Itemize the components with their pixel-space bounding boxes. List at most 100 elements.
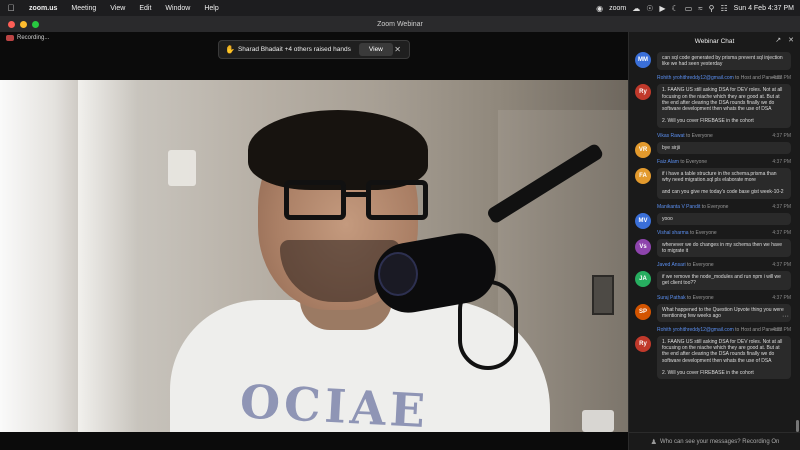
desk-mug [582,410,614,432]
popout-icon[interactable]: ↗ [775,36,781,44]
chat-header: Webinar Chat ↗ ✕ [629,32,800,50]
window-curtain [0,80,78,432]
message-text: whenever we do changes in my schema then… [657,238,791,258]
message-sender: Rohith yrohithreddy12@gmail.com to Host … [657,327,791,334]
message-recipient: to Everyone [687,262,714,269]
sender-name: Suraj Pathak [657,294,686,301]
recording-label: Recording... [17,35,50,41]
avatar: SP [635,303,651,320]
avatar: Vs [635,238,651,255]
avatar: JA [635,271,651,288]
message-sender: Manikanta V Pandit to Everyone [657,204,791,211]
message-text: 1. FAANG US still asking DSA for DEV rol… [657,84,791,128]
window-title: Zoom Webinar [377,20,423,28]
sender-name: Javed Ansari [657,262,686,269]
sender-name: Rohith yrohithreddy12@gmail.com [657,75,734,82]
sender-name: Vishal sharma [657,229,689,236]
message-text: if we remove the node_modules and run np… [657,271,791,290]
tray-shield-icon[interactable]: ☉ [646,4,653,13]
chat-message[interactable]: Ry Rohith yrohithreddy12@gmail.com to Hos… [629,327,797,380]
view-raised-hands-button[interactable]: View [358,43,393,56]
glasses-lens-left [284,180,346,220]
webinar-chat-panel: Webinar Chat ↗ ✕ MM can sql code generate… [628,32,800,450]
chat-header-actions: ↗ ✕ [775,36,794,44]
menubar-datetime[interactable]: Sun 4 Feb 4:37 PM [734,5,794,12]
message-time: 4:37 PM [772,294,791,301]
avatar: Ry [635,336,651,353]
sender-name: Faiz Alam [657,158,679,165]
menu-edit[interactable]: Edit [132,5,158,12]
raised-hands-banner: ✋ Sharad Bhadait +4 others raised hands … [218,40,410,59]
avatar: VR [635,141,651,158]
message-time: 4:37 PM [772,75,791,82]
chat-message[interactable]: VR Vikas Rawat to Everyone 4:37 PM bye sirj… [629,133,797,158]
microphone-grille [378,252,418,296]
chat-scrollbar[interactable] [796,420,799,432]
message-time: 4:37 PM [772,327,791,334]
speaker-video[interactable]: OCIAE [0,80,628,432]
chat-message[interactable]: MV Manikanta V Pandit to Everyone 4:37 PM y… [629,204,797,229]
message-sender: Faiz Alam to Everyone [657,159,791,166]
message-text: yooo [657,212,791,225]
tray-wifi-icon[interactable]: ≈ [698,4,702,13]
menu-app-name[interactable]: zoom.us [22,5,64,12]
tray-moon-icon[interactable]: ☾ [672,4,679,13]
chat-message[interactable]: SP Suraj Pathak to Everyone 4:37 PM What ha… [629,294,797,323]
avatar: MV [635,212,651,229]
more-options-icon[interactable]: ··· [782,313,789,320]
close-icon[interactable]: ✕ [788,36,794,44]
chat-visibility-notice: Who can see your messages? Recording On [659,438,780,445]
menu-window[interactable]: Window [158,5,197,12]
tray-zoom-label[interactable]: zoom [609,5,626,12]
message-sender: Rohith yrohithreddy12@gmail.com to Host … [657,75,791,82]
message-text: can sql code generated by prisma prevent… [657,52,791,71]
message-text: if i have a table structure in the schem… [657,167,791,199]
message-recipient: to Everyone [687,294,714,301]
avatar: MM [635,52,651,68]
message-sender: Javed Ansari to Everyone [657,262,791,269]
tray-play-icon[interactable]: ▶ [659,4,665,13]
message-recipient: to Everyone [680,158,708,165]
sender-name: Vikas Rawat [657,132,685,139]
glasses-bridge [344,192,368,197]
glasses-lens-right [366,180,428,220]
tray-control-center-icon[interactable]: ☷ [721,4,728,13]
raised-hand-icon: ✋ [225,45,235,54]
message-text: bye sirjii [657,141,791,154]
chat-message[interactable]: JA Javed Ansari to Everyone 4:37 PM if we r… [629,262,797,290]
message-time: 4:37 PM [772,262,791,269]
message-time: 4:37 PM [772,229,791,236]
message-time: 4:37 PM [772,158,791,165]
tray-drive-icon[interactable]: ☁ [632,4,640,13]
chat-footer[interactable]: ♟ Who can see your messages? Recording O… [629,432,800,450]
people-icon: ♟ [650,438,657,446]
chat-message[interactable]: FA Faiz Alam to Everyone 4:37 PM if i have … [629,159,797,199]
close-icon[interactable]: ✕ [394,45,401,54]
recording-indicator[interactable]: Recording... [6,35,49,41]
chat-message-list[interactable]: MM can sql code generated by prisma preve… [629,50,797,430]
tray-search-icon[interactable]: ⚲ [709,4,715,13]
chat-message[interactable]: MM can sql code generated by prisma preve… [629,52,797,71]
speaker-glasses [284,180,430,226]
menu-help[interactable]: Help [197,5,225,12]
menu-view[interactable]: View [103,5,132,12]
tray-app-icon[interactable]: ◉ [596,4,603,13]
message-recipient: to Everyone [701,203,729,210]
wall-lamp [168,150,196,186]
window-titlebar: Zoom Webinar [0,16,800,32]
macos-menubar:  zoom.us Meeting View Edit Window Help … [0,0,800,16]
tray-battery-icon[interactable]: ▭ [685,4,693,13]
menu-meeting[interactable]: Meeting [64,5,103,12]
chat-title: Webinar Chat [694,37,735,45]
message-text: What happened to the Question Upvote thi… [657,303,791,323]
chat-message[interactable]: Ry Rohith yrohithreddy12@gmail.com to Hos… [629,75,797,128]
recording-icon [6,35,14,41]
chat-message[interactable]: Vs Vishal sharma to Everyone 4:37 PM whenev… [629,229,797,258]
speaker-hair [248,110,428,190]
raised-hands-text: Sharad Bhadait +4 others raised hands [237,46,351,53]
avatar: FA [635,167,651,184]
apple-icon[interactable]:  [0,3,22,13]
menubar-tray: ◉ zoom ☁ ☉ ▶ ☾ ▭ ≈ ⚲ ☷ Sun 4 Feb 4:37 PM [596,4,800,13]
message-text: 1. FAANG US still asking DSA for DEV rol… [657,336,791,380]
message-sender: Vikas Rawat to Everyone [657,133,791,140]
